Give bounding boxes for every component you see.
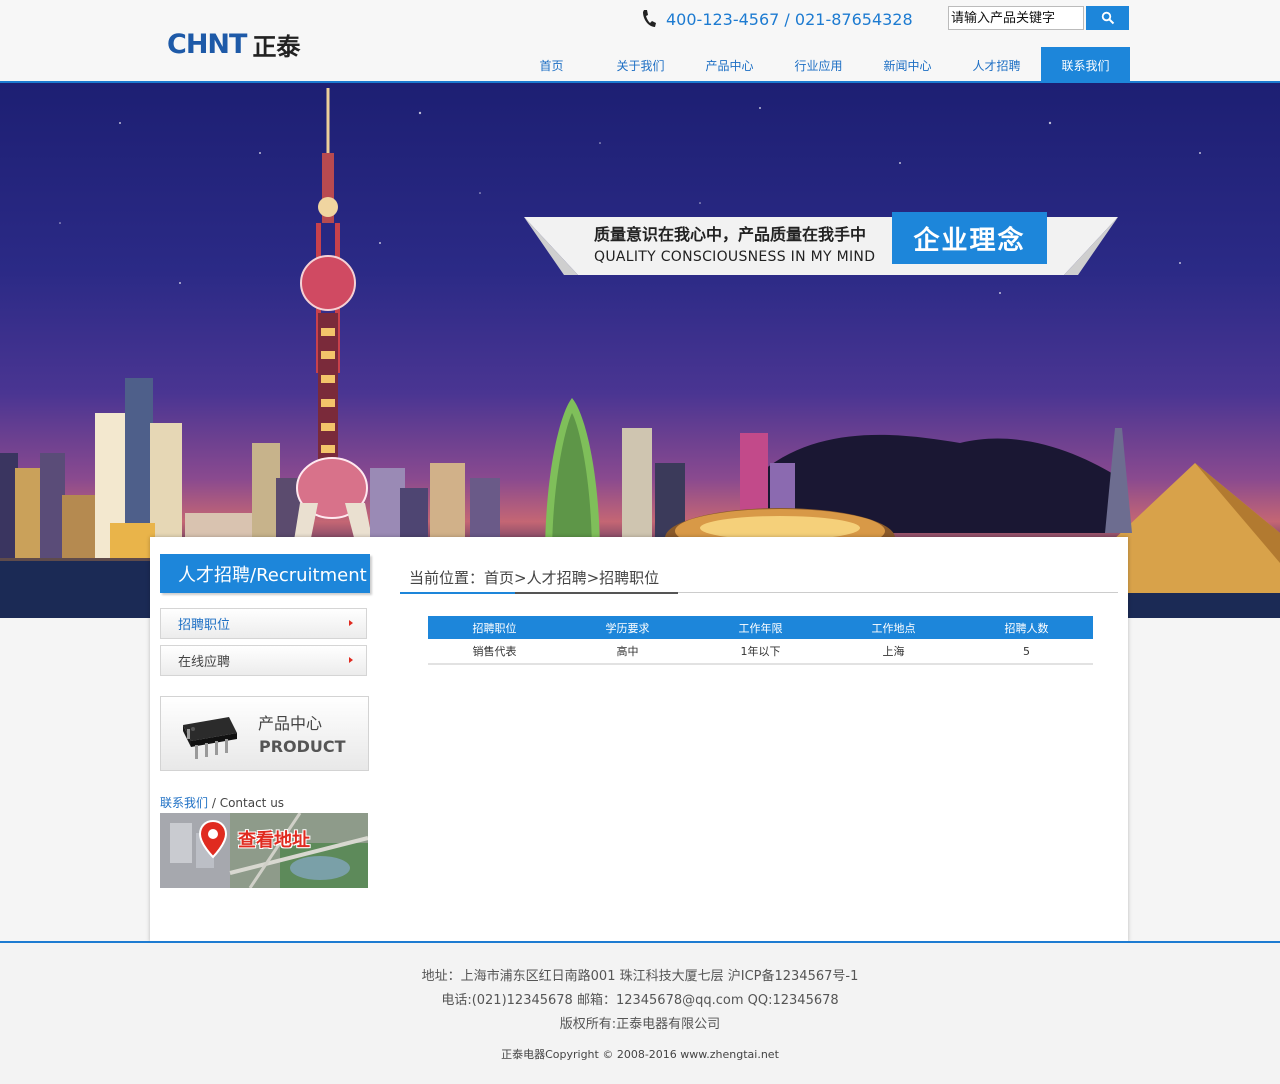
logo-cn: 正泰 bbox=[252, 32, 301, 61]
slogan-cn: 质量意识在我心中，产品质量在我手中 bbox=[594, 225, 867, 244]
jobs-table: 招聘职位 学历要求 工作年限 工作地点 招聘人数 销售代表 高中 1年以下 上海… bbox=[428, 616, 1093, 665]
search-icon bbox=[1101, 11, 1114, 25]
cell-experience: 1年以下 bbox=[694, 639, 827, 665]
nav-about[interactable]: 关于我们 bbox=[596, 47, 685, 83]
cell-location: 上海 bbox=[827, 639, 960, 665]
cell-headcount: 5 bbox=[960, 639, 1093, 665]
nav-news[interactable]: 新闻中心 bbox=[863, 47, 952, 83]
view-address-card[interactable]: 查看地址 bbox=[160, 813, 368, 888]
chip-icon bbox=[183, 717, 237, 759]
phone-number: 400-123-4567 / 021-87654328 bbox=[666, 9, 913, 29]
sidebar-item-label: 招聘职位 bbox=[178, 618, 231, 633]
location-pin-icon bbox=[198, 819, 228, 859]
phone-icon bbox=[643, 10, 656, 27]
slogan-en: QUALITY CONSCIOUSNESS IN MY MIND bbox=[594, 249, 876, 265]
sidebar-item-jobs[interactable]: 招聘职位 bbox=[160, 608, 367, 639]
footer: 地址：上海市浦东区红日南路001 珠江科技大厦七层 沪ICP备1234567号-… bbox=[0, 941, 1280, 1084]
cell-position[interactable]: 销售代表 bbox=[428, 639, 561, 665]
sidebar-title: 人才招聘/Recruitment bbox=[160, 554, 370, 593]
table-header-row: 招聘职位 学历要求 工作年限 工作地点 招聘人数 bbox=[428, 616, 1093, 639]
contact-heading-cn: 联系我们 bbox=[160, 796, 209, 810]
column-header-location: 工作地点 bbox=[827, 616, 960, 639]
nav-industry[interactable]: 行业应用 bbox=[774, 47, 863, 83]
search-button[interactable] bbox=[1086, 6, 1129, 30]
page: CHNT 正泰 400-123-4567 / 021-87654328 首页 关… bbox=[0, 0, 1280, 1084]
nav-recruitment[interactable]: 人才招聘 bbox=[952, 47, 1041, 83]
product-center-card[interactable]: 产品中心 PRODUCT bbox=[160, 696, 369, 771]
cell-education: 高中 bbox=[561, 639, 694, 665]
table-row[interactable]: 销售代表 高中 1年以下 上海 5 bbox=[428, 639, 1093, 665]
breadcrumb-underline bbox=[400, 592, 515, 594]
search-box bbox=[948, 6, 1129, 30]
slogan-ribbon: 质量意识在我心中，产品质量在我手中 QUALITY CONSCIOUSNESS … bbox=[524, 212, 1118, 275]
arrow-right-icon bbox=[349, 657, 353, 663]
column-header-experience: 工作年限 bbox=[694, 616, 827, 639]
product-card-en: PRODUCT bbox=[259, 737, 346, 756]
contact-heading-en: / Contact us bbox=[208, 796, 285, 810]
breadcrumb: 当前位置：首页>人才招聘>招聘职位 bbox=[400, 565, 1118, 594]
breadcrumb-underline-dark bbox=[515, 592, 678, 594]
header: CHNT 正泰 400-123-4567 / 021-87654328 首页 关… bbox=[0, 0, 1280, 83]
column-header-headcount: 招聘人数 bbox=[960, 616, 1093, 639]
footer-contact: 电话:(021)12345678 邮箱：12345678@qq.com QQ:1… bbox=[441, 993, 839, 1008]
view-address-label: 查看地址 bbox=[238, 830, 310, 851]
content-panel: 人才招聘/Recruitment 招聘职位 在线应聘 产品中心 PRODUCT … bbox=[150, 537, 1128, 942]
footer-copyright: 正泰电器Copyright © 2008-2016 www.zhengtai.n… bbox=[501, 1048, 779, 1061]
slogan-tag: 企业理念 bbox=[892, 212, 1047, 264]
nav-home[interactable]: 首页 bbox=[507, 47, 596, 83]
column-header-position: 招聘职位 bbox=[428, 616, 561, 639]
column-header-education: 学历要求 bbox=[561, 616, 694, 639]
search-input[interactable] bbox=[948, 6, 1084, 30]
product-card-cn: 产品中心 bbox=[258, 714, 323, 733]
arrow-right-icon bbox=[349, 620, 353, 626]
sidebar-item-label: 在线应聘 bbox=[178, 655, 231, 670]
main-nav: 首页 关于我们 产品中心 行业应用 新闻中心 人才招聘 联系我们 bbox=[507, 47, 1130, 83]
footer-address: 地址：上海市浦东区红日南路001 珠江科技大厦七层 沪ICP备1234567号-… bbox=[421, 969, 859, 984]
hotline: 400-123-4567 / 021-87654328 bbox=[640, 8, 913, 30]
nav-contact[interactable]: 联系我们 bbox=[1041, 47, 1130, 83]
contact-heading: 联系我们 / Contact us bbox=[160, 794, 284, 811]
logo[interactable]: CHNT 正泰 bbox=[167, 28, 300, 61]
breadcrumb-text: 当前位置：首页>人才招聘>招聘职位 bbox=[409, 569, 660, 587]
nav-products[interactable]: 产品中心 bbox=[685, 47, 774, 83]
sidebar-item-apply[interactable]: 在线应聘 bbox=[160, 645, 367, 676]
logo-latin: CHNT bbox=[167, 28, 247, 60]
footer-rights: 版权所有:正泰电器有限公司 bbox=[559, 1017, 721, 1032]
